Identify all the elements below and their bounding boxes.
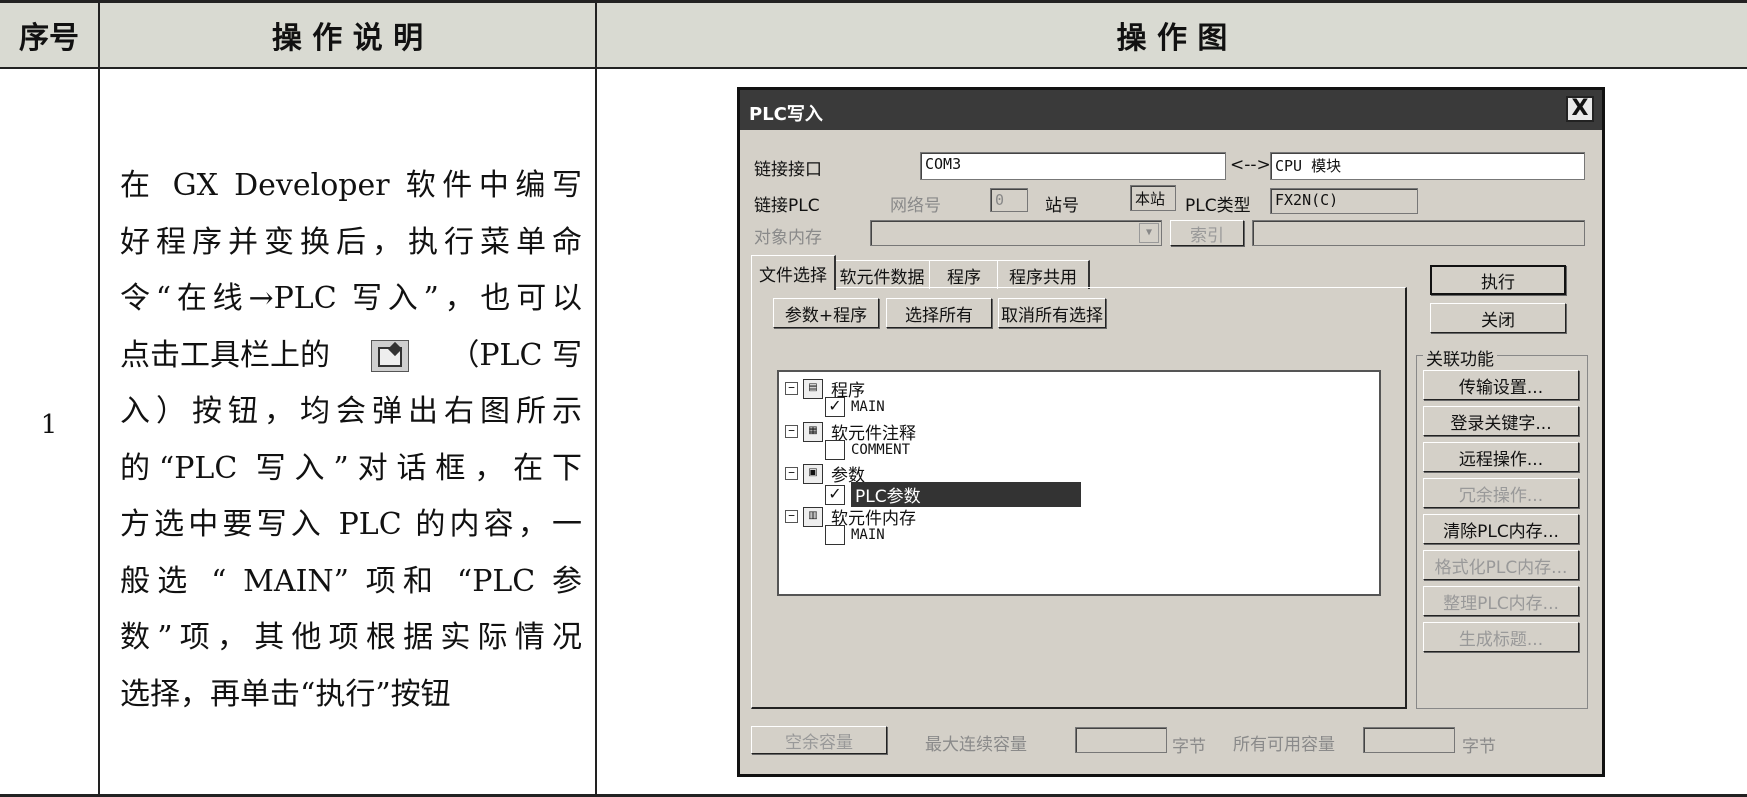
collapse-icon[interactable]: − <box>785 467 798 480</box>
collapse-icon[interactable]: − <box>785 425 798 438</box>
organize-plc-memory-button[interactable]: 整理PLC内存... <box>1423 586 1579 616</box>
desc-line-1: 在 GX Developer 软件中编写 <box>120 168 582 203</box>
clear-plc-memory-button[interactable]: 清除PLC内存... <box>1423 514 1579 544</box>
target-memory-label: 对象内存 <box>754 228 822 248</box>
arrow-label: <--> <box>1230 155 1271 175</box>
param-program-button[interactable]: 参数+程序 <box>773 298 879 328</box>
plc-type-label: PLC类型 <box>1185 196 1251 216</box>
station-no-field: 本站 <box>1130 185 1176 211</box>
tab-file-select[interactable]: 文件选择 <box>751 255 836 290</box>
related-functions-label: 关联功能 <box>1423 345 1497 370</box>
tab-device-data[interactable]: 软元件数据 <box>833 260 932 289</box>
tree-label-memory-main: MAIN <box>851 527 885 543</box>
tab-program-common[interactable]: 程序共用 <box>997 260 1090 289</box>
create-title-button[interactable]: 生成标题... <box>1423 622 1579 652</box>
tree-item-main[interactable]: ✓ MAIN <box>825 397 885 417</box>
bytes-unit-1: 字节 <box>1172 737 1206 757</box>
header-index: 序号 <box>19 21 79 56</box>
network-no-field[interactable]: 0 <box>990 188 1028 212</box>
plc-write-icon <box>370 339 409 372</box>
column-divider-1 <box>98 0 100 797</box>
bytes-unit-2: 字节 <box>1462 737 1496 757</box>
close-icon[interactable]: X <box>1566 96 1594 122</box>
target-memory-select[interactable]: ▼ <box>870 220 1162 246</box>
transfer-setup-button[interactable]: 传输设置... <box>1423 370 1579 400</box>
all-available-label: 所有可用容量 <box>1233 735 1335 755</box>
plc-type-field: FX2N(C) <box>1270 188 1418 214</box>
desc-line-4b: （PLC 写 <box>449 337 582 373</box>
network-no-label: 网络号 <box>890 196 941 216</box>
device-memory-icon: ▥ <box>803 506 823 527</box>
tree-item-comment[interactable]: COMMENT <box>825 440 910 460</box>
header-description: 操 作 说 明 <box>271 21 424 56</box>
tree-item-memory-main[interactable]: MAIN <box>825 525 885 545</box>
max-continuous-label: 最大连续容量 <box>925 735 1027 755</box>
plc-write-dialog: PLC写入 X 链接接口 COM3 <--> CPU 模块 链接PLC 网络号 … <box>737 87 1605 777</box>
column-divider-2 <box>595 0 597 797</box>
remote-operation-button[interactable]: 远程操作... <box>1423 442 1579 472</box>
program-icon: ▤ <box>803 378 823 399</box>
desc-line-5: 入）按钮，均会弹出右图所示 <box>120 394 582 429</box>
operation-description: 在 GX Developer 软件中编写 好程序并变换后，执行菜单命 令“在线→… <box>120 158 582 723</box>
collapse-icon[interactable]: − <box>785 382 798 395</box>
chevron-down-icon: ▼ <box>1139 223 1159 243</box>
dialog-title: PLC写入 <box>749 104 823 125</box>
redundant-operation-button[interactable]: 冗余操作... <box>1423 478 1579 508</box>
params-icon: ▣ <box>803 463 823 484</box>
header-bottom-rule <box>0 67 1747 69</box>
select-all-button[interactable]: 选择所有 <box>886 298 992 328</box>
tree-label-main: MAIN <box>851 399 885 415</box>
desc-line-9: 数”项，其他项根据实际情况 <box>120 620 582 655</box>
dialog-title-bar: PLC写入 X <box>740 90 1602 130</box>
execute-button[interactable]: 执行 <box>1430 265 1566 295</box>
index-button[interactable]: 索引 <box>1170 220 1244 246</box>
close-button[interactable]: 关闭 <box>1430 303 1566 333</box>
link-interface-label: 链接接口 <box>754 160 822 180</box>
desc-line-10: 选择，再单击“执行”按钮 <box>120 676 451 712</box>
checkbox-unchecked-icon[interactable] <box>825 440 845 460</box>
register-keyword-button[interactable]: 登录关键字... <box>1423 406 1579 436</box>
row-index: 1 <box>40 410 58 440</box>
file-tree: − ▤ 程序 ✓ MAIN − ▦ 软元件注释 COMMENT − ▣ 参数 ✓… <box>777 370 1381 596</box>
checkbox-unchecked-icon[interactable] <box>825 525 845 545</box>
max-continuous-field <box>1075 727 1167 753</box>
checkbox-checked-icon[interactable]: ✓ <box>825 397 845 417</box>
all-available-field <box>1363 727 1455 753</box>
desc-line-4a: 点击工具栏上的 <box>120 337 330 373</box>
free-capacity-button[interactable]: 空余容量 <box>751 726 887 754</box>
checkbox-checked-icon[interactable]: ✓ <box>825 484 845 505</box>
desc-line-8: 般选 “ MAIN” 项和 “PLC 参 <box>120 563 582 599</box>
link-plc-label: 链接PLC <box>754 196 820 216</box>
tab-program[interactable]: 程序 <box>929 260 1000 289</box>
deselect-all-button[interactable]: 取消所有选择 <box>998 298 1106 328</box>
link-interface-field[interactable]: COM3 <box>920 152 1226 180</box>
desc-line-7: 方选中要写入 PLC 的内容，一 <box>120 507 582 542</box>
header-figure: 操 作 图 <box>1116 21 1228 56</box>
desc-line-4: 点击工具栏上的 （PLC 写 <box>120 328 582 385</box>
comment-icon: ▦ <box>803 421 823 442</box>
index-field <box>1252 220 1585 246</box>
station-no-label: 站号 <box>1045 196 1079 216</box>
tree-label-comment-item: COMMENT <box>851 442 911 458</box>
desc-line-6: 的“PLC 写入”对话框，在下 <box>120 450 582 486</box>
cpu-module-field: CPU 模块 <box>1270 152 1585 180</box>
desc-line-3: 令“在线→PLC 写入”，也可以 <box>120 281 582 316</box>
format-plc-memory-button[interactable]: 格式化PLC内存... <box>1423 550 1579 580</box>
desc-line-2: 好程序并变换后，执行菜单命 <box>120 224 582 260</box>
collapse-icon[interactable]: − <box>785 510 798 523</box>
